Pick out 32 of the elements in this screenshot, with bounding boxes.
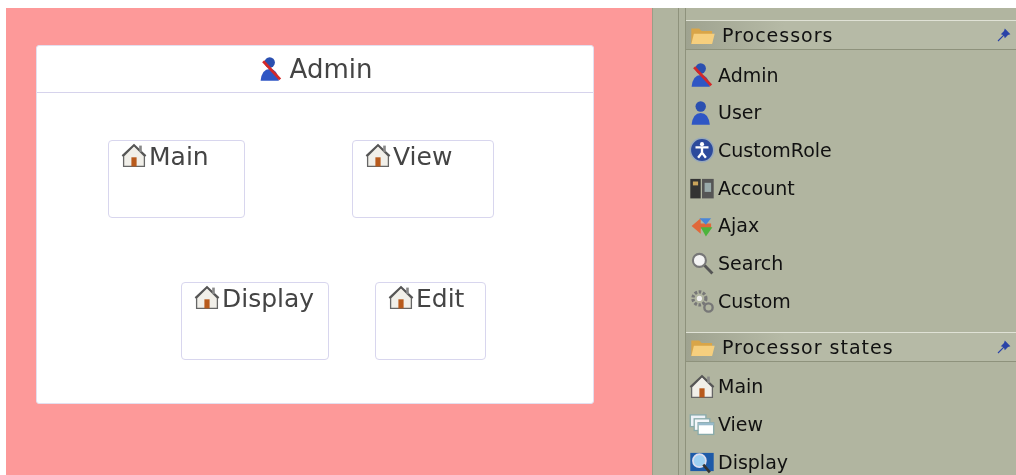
house-icon [194, 285, 220, 311]
palette-item[interactable]: Admin [686, 56, 1016, 94]
splitter[interactable] [652, 8, 685, 475]
pin-icon [996, 27, 1012, 43]
palette-item[interactable]: View [686, 405, 1016, 444]
palette-item[interactable]: Account [686, 169, 1016, 207]
windows-icon [689, 411, 715, 438]
group-header[interactable]: Processors [686, 20, 1016, 50]
palette-item[interactable]: User [686, 93, 1016, 132]
node-label: View [393, 143, 453, 171]
diagram-title: Admin [289, 52, 373, 86]
palette-item[interactable]: Search [686, 244, 1016, 283]
node-label: Main [149, 143, 209, 171]
node-label: Edit [416, 285, 465, 313]
palette-item[interactable]: Custom [686, 282, 1016, 320]
house-icon [121, 143, 147, 169]
node-label: Display [222, 285, 315, 313]
pin-icon [996, 338, 1012, 355]
group-header[interactable]: Processor states [686, 331, 1016, 362]
house-icon [689, 373, 715, 400]
search-icon [689, 250, 715, 277]
group-title: Processor states [722, 334, 895, 360]
house-icon [365, 143, 391, 169]
house-icon [388, 285, 414, 311]
palette-item[interactable]: Ajax [686, 206, 1016, 245]
group-title: Processors [722, 22, 835, 48]
palette-item[interactable]: Main [686, 367, 1016, 406]
person-icon [689, 61, 715, 88]
palette-item[interactable]: CustomRole [686, 131, 1016, 170]
palette-item[interactable]: Display [686, 443, 1016, 475]
accessibility-icon [689, 137, 715, 164]
gears-icon [689, 287, 715, 314]
